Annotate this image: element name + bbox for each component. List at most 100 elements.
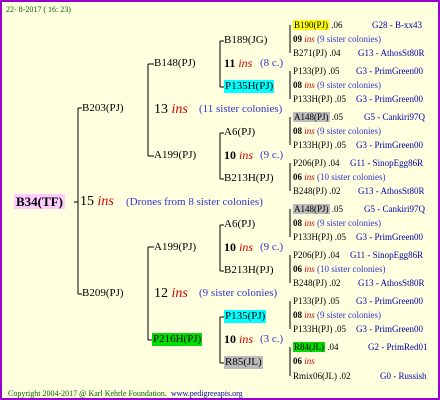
gen4-num-4: .05 [331,112,344,122]
gen3-ins-5: ins [304,264,315,274]
root-queen[interactable]: B34(TF) [14,194,65,209]
gen2-note-2: (9 c.) [260,241,284,253]
copyright-label: Copyright 2004-2017 @ Karl Kehrle Founda… [8,389,167,398]
gen2-note-1: (9 c.) [260,149,284,161]
gen4-info-5: G3 - PrimGreen00 [356,140,423,150]
gen4-row-9: P133H(PJ) .05 [293,232,346,243]
gen3-row-7: 06 ins [293,356,315,367]
gen4-node-6[interactable]: P206(PJ) [293,158,326,168]
gen4-node-5[interactable]: P133H(PJ) [293,140,333,150]
gen4-node-11[interactable]: B248(PJ) [293,278,327,288]
gen1-year-1-value: 12 [154,286,168,301]
gen3-note-0: (9 sister colonies) [317,34,381,44]
gen3-year-2: 08 [293,126,302,136]
gen4-num-5: .05 [334,140,347,150]
gen4-num-15: .02 [339,371,351,381]
gen4-num-12: .05 [328,296,340,306]
gen4-node-2[interactable]: P133(PJ) [293,66,326,76]
root-year-value: 15 [80,194,94,209]
gen4-row-12: P133(PJ) .05 [293,296,340,307]
gen1-year-0: 13 ins [154,102,188,118]
gen4-info-15: G0 - Russish [380,371,427,381]
gen2-year-0: 11 ins [224,57,252,70]
gen4-node-1[interactable]: B271(PJ) [293,48,327,58]
gen4-num-13: .05 [334,324,347,334]
gen3-year-6: 08 [293,310,302,320]
gen2-year-1: 10 ins [224,149,253,162]
gen4-info-7: G13 - AthosSt80R [358,186,425,196]
gen3-ins-2: ins [304,126,315,136]
gen3-node-2[interactable]: A6(PJ) [224,126,255,139]
gen2-node-1[interactable]: A199(PJ) [154,149,196,162]
gen4-node-9[interactable]: P133H(PJ) [293,232,333,242]
gen1-note-0: (11 sister colonies) [199,103,283,115]
gen4-num-8: .05 [331,204,344,214]
gen2-node-2[interactable]: A199(PJ) [154,241,196,254]
gen4-row-11: B248(PJ) .02 [293,278,341,289]
gen4-num-14: .04 [327,342,339,352]
gen1-node-0[interactable]: B203(PJ) [82,102,124,115]
gen4-node-7[interactable]: B248(PJ) [293,186,327,196]
date-stamp: 22- 8-2017 ( 16: 23) [6,5,71,14]
gen3-node-5[interactable]: B213H(PJ) [224,264,274,277]
gen3-year-0: 09 [293,34,302,44]
gen3-note-2: (9 sister colonies) [317,126,381,136]
gen4-node-15[interactable]: Rmix06(JL) [293,371,337,381]
gen3-node-0[interactable]: B189(JG) [224,34,267,47]
pedigree-chart: 22- 8-2017 ( 16: 23) B34(TF) 15 ins (Dro… [0,0,440,400]
gen1-node-1[interactable]: B209(PJ) [82,287,124,300]
gen4-row-10: P206(PJ) .04 [293,250,340,261]
gen4-row-15: Rmix06(JL) .02 [293,371,351,382]
gen2-year-2: 10 ins [224,241,253,254]
gen4-num-3: .05 [334,94,347,104]
gen4-info-11: G13 - AthosSt80R [358,278,425,288]
root-note: (Drones from 8 sister colonies) [126,196,263,208]
gen3-ins-0: ins [304,34,315,44]
gen4-node-12[interactable]: P133(PJ) [293,296,326,306]
gen4-info-8: G5 - Cankiri97Q [364,204,425,214]
gen2-year-0-value: 11 [224,56,236,70]
gen4-node-0[interactable]: B190(PJ) [293,20,330,30]
gen3-node-3[interactable]: B213H(PJ) [224,172,274,185]
gen3-note-5: (10 sister colonies) [317,264,386,274]
gen3-node-4[interactable]: A6(PJ) [224,218,255,231]
gen3-ins-7: ins [304,356,315,366]
website-link[interactable]: www.pedigreeapis.org [171,389,243,398]
gen2-year-2-value: 10 [224,240,236,254]
gen3-node-1[interactable]: P135H(PJ) [224,80,275,93]
gen4-num-11: .02 [329,278,341,288]
gen4-node-10[interactable]: P206(PJ) [293,250,326,260]
gen4-row-0: B190(PJ) .06 [293,20,343,31]
gen3-node-6[interactable]: P135(PJ) [224,310,267,323]
gen4-node-8[interactable]: A148(PJ) [293,204,330,214]
gen4-row-4: A148(PJ) .05 [293,112,343,123]
gen4-node-13[interactable]: P133H(PJ) [293,324,333,334]
gen4-node-3[interactable]: P133H(PJ) [293,94,333,104]
gen1-ins-0: ins [171,102,188,117]
gen2-ins-3: ins [239,332,254,346]
gen2-node-0[interactable]: B148(PJ) [154,57,196,70]
gen2-note-3: (3 c.) [260,333,284,345]
gen3-node-7[interactable]: R85(JL) [224,356,263,369]
gen4-node-4[interactable]: A148(PJ) [293,112,330,122]
gen3-year-3: 06 [293,172,302,182]
gen4-row-7: B248(PJ) .02 [293,186,341,197]
gen1-year-1: 12 ins [154,286,188,302]
gen3-row-5: 06 ins (10 sister colonies) [293,264,386,275]
gen2-ins-0: ins [238,56,253,70]
gen2-ins-2: ins [239,240,254,254]
gen4-info-1: G13 - AthosSt80R [358,48,425,58]
gen3-ins-3: ins [304,172,315,182]
gen4-num-10: .04 [328,250,340,260]
gen4-node-14[interactable]: R84(JL) [293,342,325,352]
gen2-ins-1: ins [239,148,254,162]
gen1-ins-1: ins [171,286,188,301]
gen2-node-3[interactable]: P216H(PJ) [152,333,203,346]
gen3-ins-4: ins [304,218,315,228]
gen4-info-2: G3 - PrimGreen00 [356,66,423,76]
gen4-info-6: G11 - SinopEgg86R [350,158,424,168]
gen3-row-6: 08 ins (9 sister colonies) [293,310,381,321]
gen4-num-7: .02 [329,186,341,196]
gen4-row-6: P206(PJ) .04 [293,158,340,169]
gen3-row-1: 08 ins (9 sister colonies) [293,80,381,91]
